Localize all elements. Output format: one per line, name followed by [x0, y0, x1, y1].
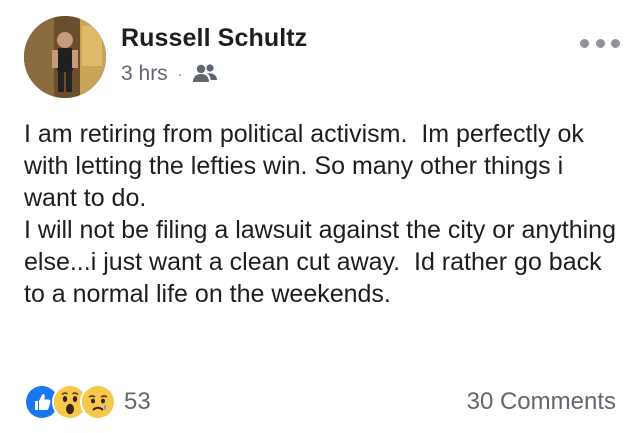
post-time[interactable]: 3 hrs: [121, 62, 168, 86]
reaction-count: 53: [124, 388, 151, 415]
meta-separator: ·: [177, 66, 183, 82]
more-dot: [580, 38, 589, 48]
friends-icon[interactable]: [192, 63, 218, 85]
post-paragraph: I will not be filing a lawsuit against t…: [24, 216, 623, 308]
post-paragraph: I am retiring from political activism. I…: [24, 120, 591, 212]
comments-link[interactable]: 30 Comments: [467, 388, 616, 416]
more-dot: [595, 38, 605, 48]
post-body: I am retiring from political activism. I…: [24, 118, 620, 310]
reactions-summary[interactable]: 53: [24, 384, 151, 420]
sad-reaction-icon: [80, 384, 116, 420]
facebook-post: Russell Schultz 3 hrs · I am retiring fr…: [0, 0, 640, 433]
more-dot: [611, 38, 620, 48]
post-meta: 3 hrs ·: [121, 62, 218, 86]
avatar[interactable]: [24, 16, 106, 98]
author-name[interactable]: Russell Schultz: [121, 24, 307, 53]
more-options-icon[interactable]: [580, 36, 620, 50]
